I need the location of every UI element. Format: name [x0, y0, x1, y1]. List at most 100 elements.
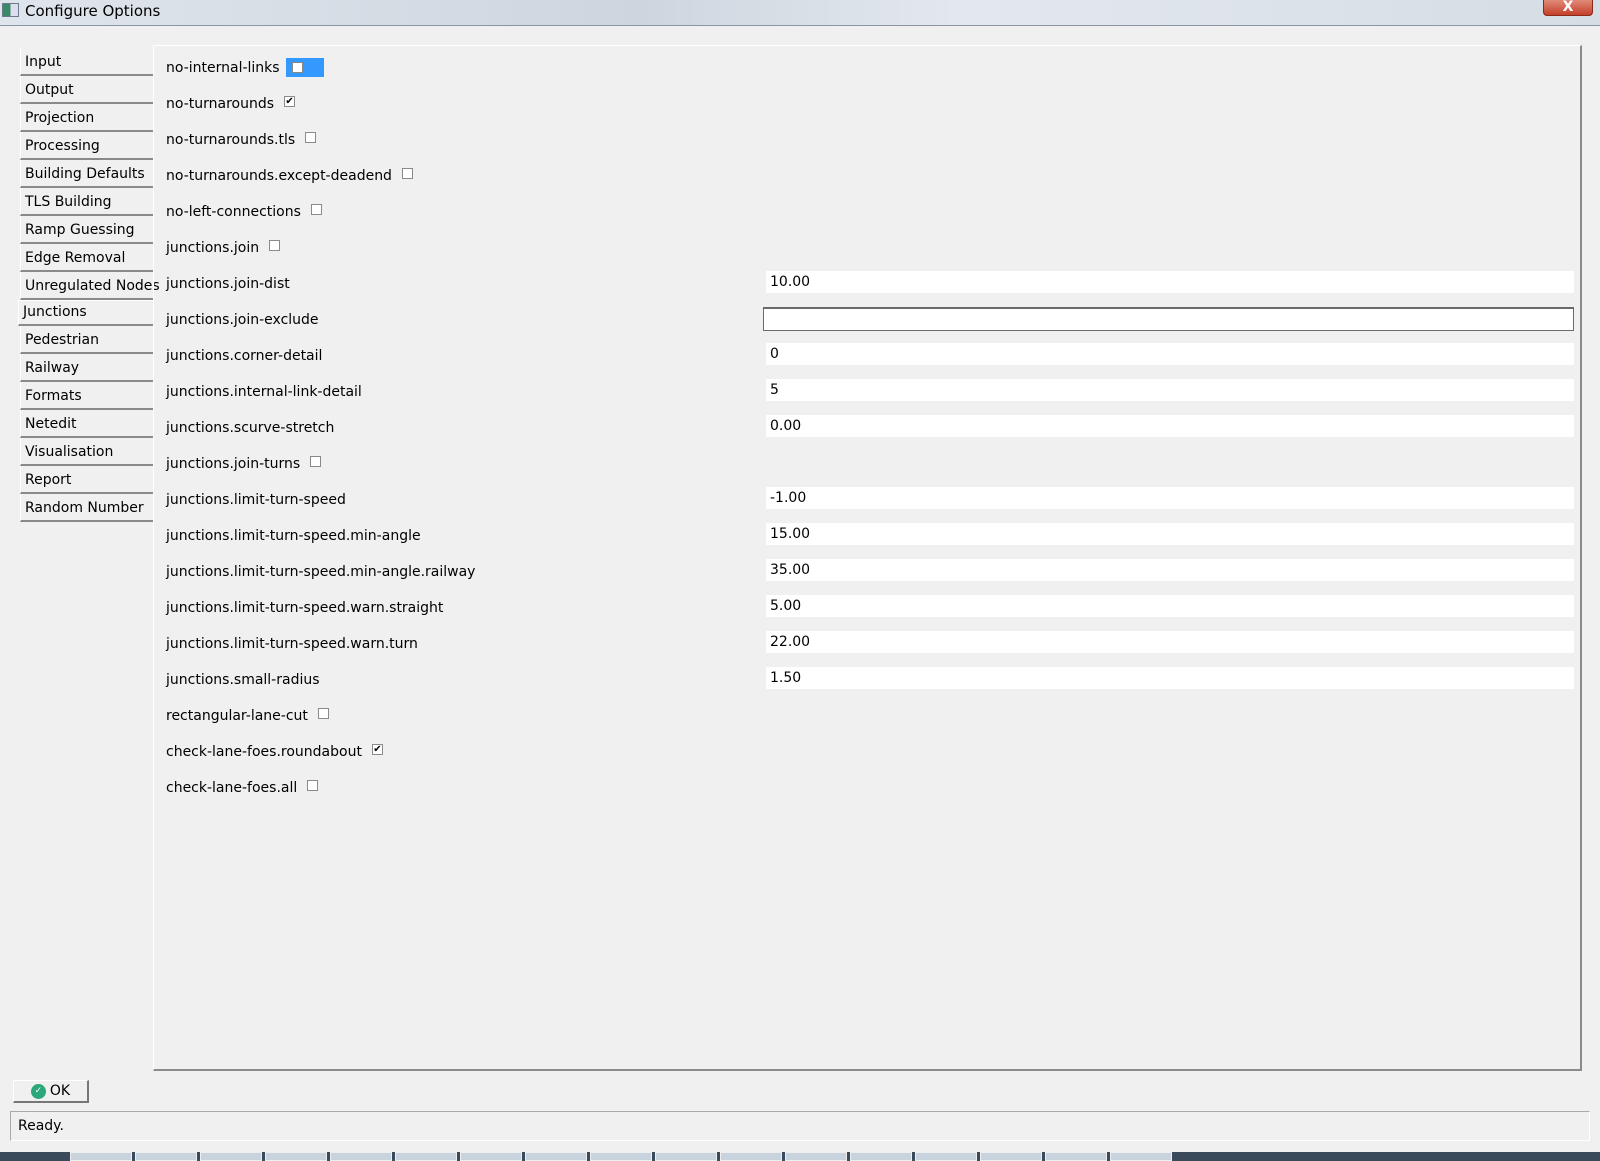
option-checkbox[interactable]: [310, 203, 322, 215]
option-row: junctions.small-radius: [166, 668, 320, 692]
option-input[interactable]: 15.00: [766, 523, 1574, 545]
tab-edge-removal[interactable]: Edge Removal: [20, 244, 154, 272]
option-checkbox[interactable]: [310, 455, 322, 467]
option-label: check-lane-foes.all: [166, 780, 298, 796]
taskbar-item[interactable]: [395, 1152, 457, 1161]
option-label: rectangular-lane-cut: [166, 708, 308, 724]
check-circle-icon: ✓: [30, 1083, 46, 1099]
option-checkbox[interactable]: [401, 167, 413, 179]
option-input[interactable]: 35.00: [766, 559, 1574, 581]
option-row: no-turnarounds.except-deadend: [166, 164, 413, 188]
option-label: junctions.join-exclude: [166, 312, 319, 328]
option-label: no-turnarounds.except-deadend: [166, 168, 392, 184]
option-row: junctions.join-turns: [166, 452, 322, 476]
tab-projection[interactable]: Projection: [20, 104, 154, 132]
option-row: junctions.join-dist: [166, 272, 290, 296]
option-checkbox[interactable]: ✔: [284, 95, 296, 107]
window-title: Configure Options: [25, 2, 161, 20]
tab-tls-building[interactable]: TLS Building: [20, 188, 154, 216]
taskbar-item[interactable]: [135, 1152, 197, 1161]
tab-processing[interactable]: Processing: [20, 132, 154, 160]
option-input[interactable]: 22.00: [766, 631, 1574, 653]
tab-report[interactable]: Report: [20, 466, 154, 494]
taskbar-item[interactable]: [1045, 1152, 1107, 1161]
app-icon: [2, 3, 19, 17]
tab-visualisation[interactable]: Visualisation: [20, 438, 154, 466]
option-label: junctions.join-turns: [166, 456, 301, 472]
tab-formats[interactable]: Formats: [20, 382, 154, 410]
option-row: junctions.scurve-stretch: [166, 416, 334, 440]
option-checkbox[interactable]: ✔: [371, 743, 383, 755]
option-checkbox[interactable]: [307, 779, 319, 791]
taskbar-item[interactable]: [460, 1152, 522, 1161]
title-bar: Configure Options X: [0, 0, 1600, 26]
tab-random-number[interactable]: Random Number: [20, 494, 154, 522]
tab-railway[interactable]: Railway: [20, 354, 154, 382]
taskbar-item[interactable]: [915, 1152, 977, 1161]
option-label: junctions.join: [166, 240, 260, 256]
option-row: junctions.limit-turn-speed: [166, 488, 346, 512]
option-label: no-turnarounds: [166, 96, 275, 112]
option-checkbox[interactable]: [285, 57, 324, 77]
option-row: junctions.limit-turn-speed.warn.turn: [166, 632, 418, 656]
option-input[interactable]: 5.00: [766, 595, 1574, 617]
option-label: no-internal-links: [166, 60, 280, 76]
taskbar-item[interactable]: [200, 1152, 262, 1161]
option-input[interactable]: 0.00: [766, 415, 1574, 437]
taskbar-item[interactable]: [980, 1152, 1042, 1161]
taskbar-item[interactable]: [720, 1152, 782, 1161]
option-input[interactable]: 1.50: [766, 667, 1574, 689]
option-label: junctions.limit-turn-speed.min-angle.rai…: [166, 564, 476, 580]
option-row: junctions.internal-link-detail: [166, 380, 362, 404]
tab-output[interactable]: Output: [20, 76, 154, 104]
option-checkbox[interactable]: [317, 707, 329, 719]
tab-input[interactable]: Input: [20, 48, 154, 76]
taskbar-item[interactable]: [525, 1152, 587, 1161]
option-row: junctions.corner-detail: [166, 344, 322, 368]
option-label: junctions.join-dist: [166, 276, 290, 292]
taskbar-item[interactable]: [330, 1152, 392, 1161]
option-label: check-lane-foes.roundabout: [166, 744, 362, 760]
option-label: junctions.internal-link-detail: [166, 384, 362, 400]
taskbar-item[interactable]: [590, 1152, 652, 1161]
option-row: no-internal-links: [166, 56, 324, 80]
option-row: rectangular-lane-cut: [166, 704, 329, 728]
tab-junctions[interactable]: Junctions: [18, 300, 154, 326]
option-label: junctions.limit-turn-speed.warn.straight: [166, 600, 444, 616]
tab-unregulated-nodes[interactable]: Unregulated Nodes: [20, 272, 160, 300]
taskbar-item[interactable]: [850, 1152, 912, 1161]
option-row: junctions.limit-turn-speed.min-angle.rai…: [166, 560, 475, 584]
option-label: no-turnarounds.tls: [166, 132, 296, 148]
taskbar-item[interactable]: [655, 1152, 717, 1161]
option-row: check-lane-foes.all: [166, 776, 319, 800]
taskbar-item[interactable]: [70, 1152, 132, 1161]
option-row: junctions.limit-turn-speed.warn.straight: [166, 596, 443, 620]
option-checkbox[interactable]: [305, 131, 317, 143]
ok-label: OK: [49, 1083, 71, 1099]
option-label: junctions.small-radius: [166, 672, 320, 688]
taskbar-item[interactable]: [785, 1152, 847, 1161]
ok-button[interactable]: ✓ OK: [13, 1080, 89, 1103]
option-row: junctions.join: [166, 236, 281, 260]
tab-ramp-guessing[interactable]: Ramp Guessing: [20, 216, 154, 244]
option-checkbox[interactable]: [269, 239, 281, 251]
status-text: Ready.: [18, 1118, 64, 1134]
option-input[interactable]: [763, 307, 1574, 331]
taskbar-item[interactable]: [1110, 1152, 1172, 1161]
option-row: junctions.limit-turn-speed.min-angle: [166, 524, 421, 548]
category-tabs: Input Output Projection Processing Building …: [18, 48, 160, 522]
option-label: junctions.limit-turn-speed.min-angle: [166, 528, 421, 544]
option-input[interactable]: 0: [766, 343, 1574, 365]
tab-netedit[interactable]: Netedit: [20, 410, 154, 438]
tab-pedestrian[interactable]: Pedestrian: [20, 326, 154, 354]
option-row: no-left-connections: [166, 200, 322, 224]
option-row: junctions.join-exclude: [166, 308, 319, 332]
option-label: junctions.limit-turn-speed.warn.turn: [166, 636, 418, 652]
taskbar-item[interactable]: [265, 1152, 327, 1161]
option-input[interactable]: 10.00: [766, 271, 1574, 293]
tab-building-defaults[interactable]: Building Defaults: [20, 160, 154, 188]
close-button[interactable]: X: [1543, 0, 1593, 16]
option-row: no-turnarounds.tls: [166, 128, 317, 152]
option-input[interactable]: -1.00: [766, 487, 1574, 509]
option-input[interactable]: 5: [766, 379, 1574, 401]
